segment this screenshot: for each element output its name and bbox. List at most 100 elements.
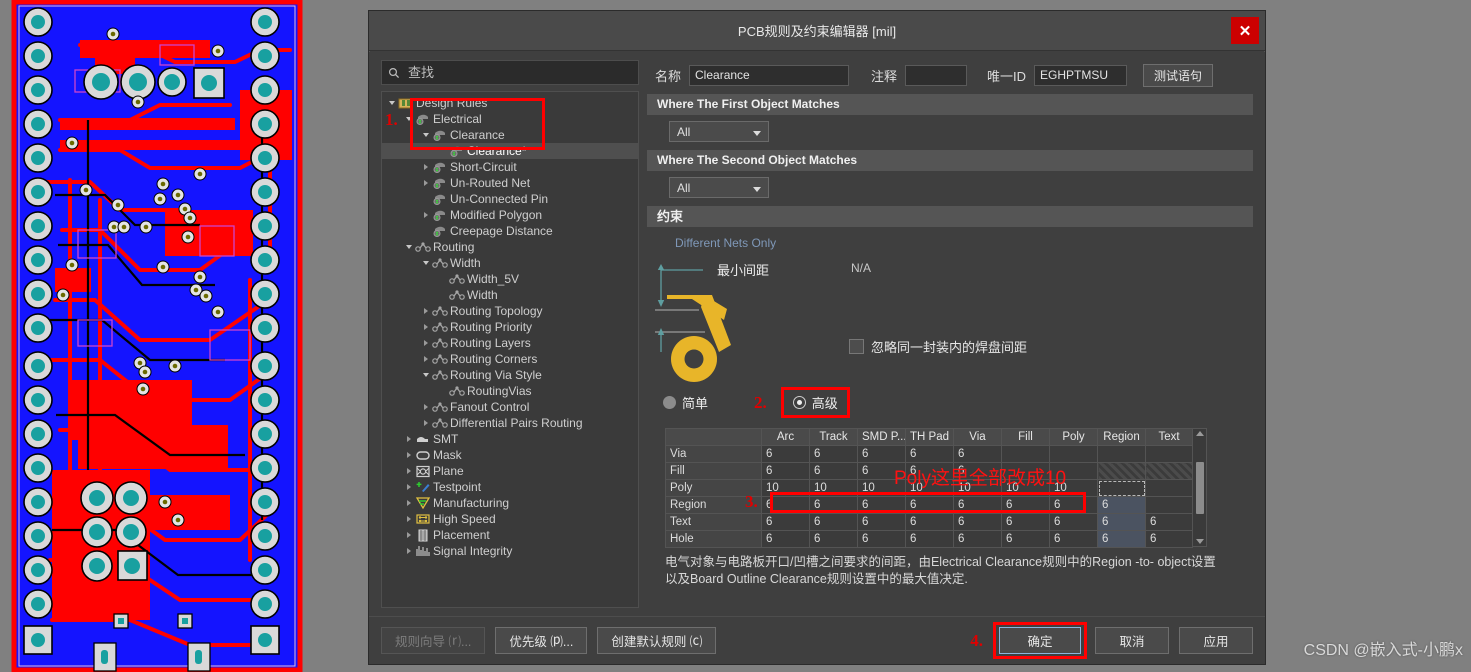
tree-item-electrical[interactable]: Electrical <box>382 111 638 127</box>
close-icon[interactable]: ✕ <box>1231 17 1259 44</box>
cancel-button[interactable]: 取消 <box>1095 627 1169 654</box>
matrix-cell[interactable]: 6 <box>809 513 858 531</box>
test-query-button[interactable]: 测试语句 <box>1143 63 1214 87</box>
chevron-right-icon[interactable] <box>405 511 415 527</box>
chevron-right-icon[interactable] <box>405 463 415 479</box>
matrix-cell[interactable]: 6 <box>809 462 858 480</box>
tree-item-placement[interactable]: Placement <box>382 527 638 543</box>
chevron-right-icon[interactable] <box>422 335 432 351</box>
tree-item-design-rules[interactable]: Design Rules <box>382 95 638 111</box>
tree-item-width[interactable]: Width <box>382 255 638 271</box>
matrix-cell[interactable]: 6 <box>953 530 1002 548</box>
rule-name-input[interactable] <box>689 64 850 86</box>
matrix-column-header[interactable]: Arc <box>761 428 810 446</box>
create-default-rules-button[interactable]: 创建默认规则 ⒞ <box>597 627 717 654</box>
chevron-right-icon[interactable] <box>422 175 432 191</box>
matrix-cell[interactable]: 6 <box>1001 530 1050 548</box>
priority-button[interactable]: 优先级 ⒫... <box>495 627 588 654</box>
tree-item-routingvias[interactable]: RoutingVias <box>382 383 638 399</box>
mode-advanced-radio[interactable]: 高级 <box>780 387 850 418</box>
matrix-cell[interactable]: 6 <box>857 445 906 463</box>
matrix-cell[interactable] <box>1097 462 1146 480</box>
matrix-cell[interactable]: 6 <box>761 462 810 480</box>
matrix-cell[interactable]: 10 <box>809 479 858 497</box>
chevron-right-icon[interactable] <box>405 431 415 447</box>
tree-item-routing-layers[interactable]: Routing Layers <box>382 335 638 351</box>
matrix-cell[interactable]: 6 <box>905 530 954 548</box>
chevron-right-icon[interactable] <box>422 303 432 319</box>
matrix-column-header[interactable]: Fill <box>1001 428 1050 446</box>
matrix-cell[interactable]: 6 <box>953 445 1002 463</box>
matrix-cell[interactable]: 6 <box>1145 530 1193 548</box>
matrix-cell[interactable]: 6 <box>1097 530 1146 548</box>
mode-simple-radio[interactable]: 简单 <box>663 393 708 412</box>
matrix-column-header[interactable] <box>665 428 762 446</box>
apply-button[interactable]: 应用 <box>1179 627 1253 654</box>
tree-item-plane[interactable]: Plane <box>382 463 638 479</box>
matrix-cell[interactable] <box>1097 445 1146 463</box>
matrix-column-header[interactable]: TH Pad <box>905 428 954 446</box>
matrix-cell[interactable] <box>1049 445 1098 463</box>
matrix-cell[interactable] <box>1145 445 1193 463</box>
matrix-cell[interactable]: 6 <box>809 530 858 548</box>
matrix-column-header[interactable]: Via <box>953 428 1002 446</box>
chevron-right-icon[interactable] <box>422 351 432 367</box>
tree-item-width-5v[interactable]: Width_5V <box>382 271 638 287</box>
tree-item-routing-topology[interactable]: Routing Topology <box>382 303 638 319</box>
matrix-cell[interactable]: 6 <box>809 445 858 463</box>
ignore-pad-clearance-row[interactable]: 忽略同一封装内的焊盘间距 <box>849 337 1027 356</box>
matrix-cell[interactable]: 6 <box>905 496 954 514</box>
matrix-cell[interactable] <box>1001 445 1050 463</box>
chevron-right-icon[interactable] <box>405 527 415 543</box>
chevron-right-icon[interactable] <box>422 319 432 335</box>
chevron-right-icon[interactable] <box>405 543 415 559</box>
chevron-down-icon[interactable] <box>388 95 398 111</box>
tree-item-routing-corners[interactable]: Routing Corners <box>382 351 638 367</box>
comment-input[interactable] <box>905 64 968 86</box>
tree-item-clearance[interactable]: Clearance* <box>382 143 638 159</box>
matrix-cell[interactable]: 6 <box>857 496 906 514</box>
chevron-down-icon[interactable] <box>405 239 415 255</box>
matrix-cell[interactable]: 6 <box>1049 496 1098 514</box>
chevron-right-icon[interactable] <box>422 415 432 431</box>
scroll-up-icon[interactable] <box>1195 431 1204 436</box>
ignore-pad-clearance-checkbox[interactable] <box>849 339 864 354</box>
matrix-cell[interactable]: 6 <box>761 530 810 548</box>
tree-item-high-speed[interactable]: High Speed <box>382 511 638 527</box>
tree-item-differential-pairs-routing[interactable]: Differential Pairs Routing <box>382 415 638 431</box>
tree-item-routing-via-style[interactable]: Routing Via Style <box>382 367 638 383</box>
chevron-down-icon[interactable] <box>405 111 415 127</box>
matrix-cell[interactable] <box>1097 479 1146 497</box>
matrix-cell[interactable]: 6 <box>809 496 858 514</box>
matrix-cell[interactable]: 6 <box>953 496 1002 514</box>
tree-item-mask[interactable]: Mask <box>382 447 638 463</box>
search-box[interactable] <box>381 60 639 85</box>
matrix-row[interactable]: Via 6 6 6 6 6 <box>665 445 1193 463</box>
chevron-right-icon[interactable] <box>422 159 432 175</box>
chevron-right-icon[interactable] <box>405 495 415 511</box>
chevron-right-icon[interactable] <box>405 479 415 495</box>
rule-wizard-button[interactable]: 规则向导 ⒭... <box>381 627 486 654</box>
tree-item-fanout-control[interactable]: Fanout Control <box>382 399 638 415</box>
tree-item-clearance[interactable]: Clearance <box>382 127 638 143</box>
unique-id-input[interactable] <box>1034 64 1128 86</box>
matrix-cell[interactable]: 6 <box>1001 513 1050 531</box>
matrix-column-header[interactable]: Track <box>809 428 858 446</box>
tree-item-routing[interactable]: Routing <box>382 239 638 255</box>
tree-item-signal-integrity[interactable]: Signal Integrity <box>382 543 638 559</box>
matrix-cell[interactable]: 10 <box>761 479 810 497</box>
scrollbar-thumb[interactable] <box>1195 461 1204 514</box>
scroll-down-icon[interactable] <box>1195 539 1204 544</box>
matrix-cell[interactable]: 6 <box>857 513 906 531</box>
matrix-cell[interactable]: 6 <box>761 496 810 514</box>
matrix-cell[interactable]: 6 <box>953 513 1002 531</box>
matrix-cell[interactable]: 6 <box>761 513 810 531</box>
tree-item-creepage-distance[interactable]: Creepage Distance <box>382 223 638 239</box>
matrix-column-header[interactable]: Text <box>1145 428 1193 446</box>
tree-item-smt[interactable]: SMT <box>382 431 638 447</box>
matrix-cell[interactable] <box>1145 479 1193 497</box>
matrix-cell[interactable]: 6 <box>905 445 954 463</box>
tree-item-short-circuit[interactable]: Short-Circuit <box>382 159 638 175</box>
tree-item-un-connected-pin[interactable]: Un-Connected Pin <box>382 191 638 207</box>
chevron-down-icon[interactable] <box>422 127 432 143</box>
